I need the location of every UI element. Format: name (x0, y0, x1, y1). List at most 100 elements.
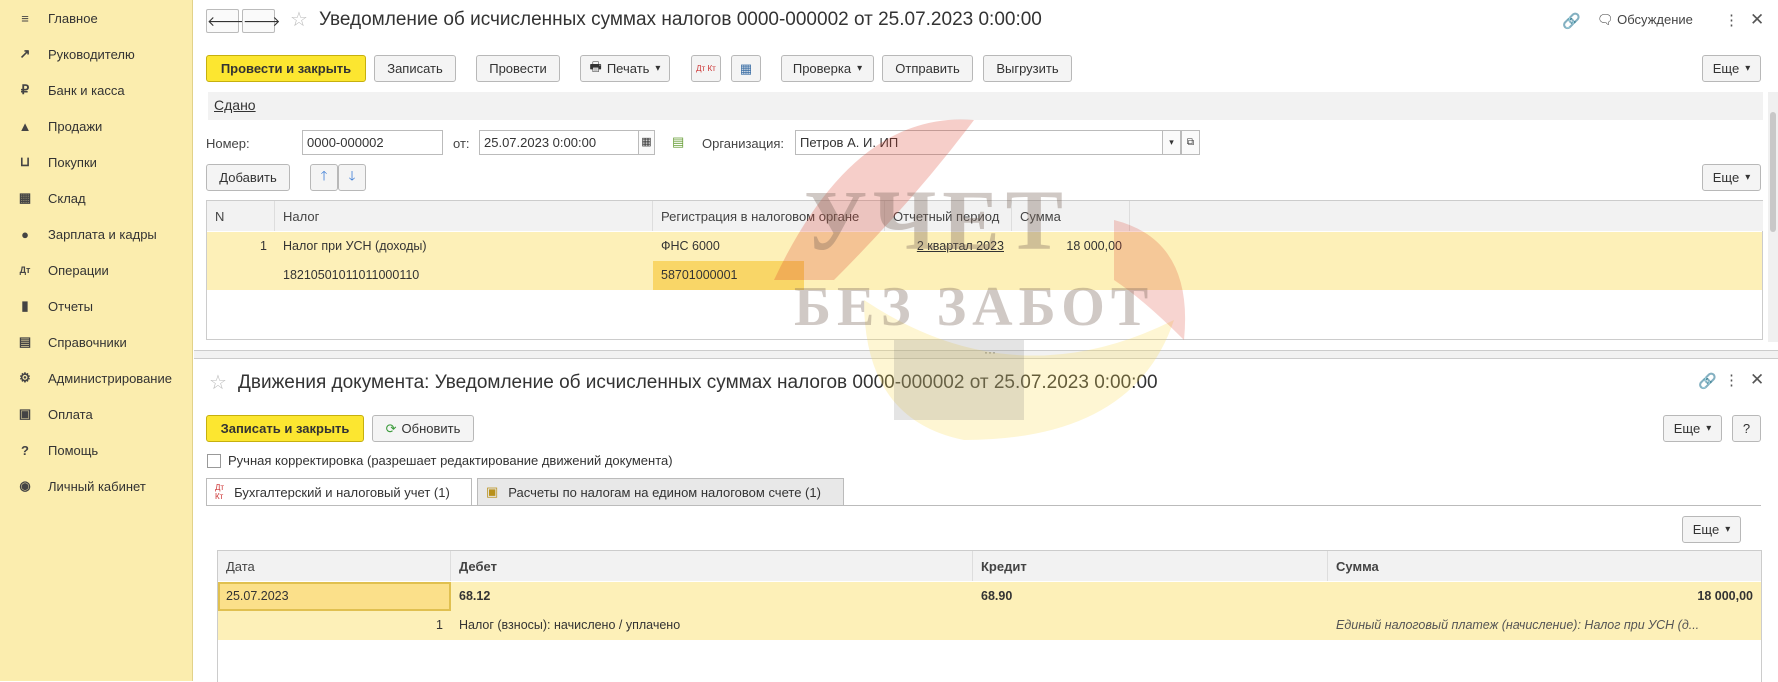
sidebar-item-label: Помощь (48, 442, 99, 458)
tab-tax-settlements[interactable]: ▣ Расчеты по налогам на едином налоговом … (477, 478, 844, 505)
number-field[interactable]: 0000-000002 (302, 130, 443, 155)
page-title: Уведомление об исчисленных суммах налого… (319, 9, 1042, 30)
account-icon: ◉ (19, 478, 31, 493)
close-icon[interactable]: ✕ (1750, 10, 1764, 30)
sidebar-item-main[interactable]: ≡ Главное (0, 0, 193, 36)
sidebar-item-sales[interactable]: ▲ Продажи (0, 108, 193, 144)
move-down-button[interactable]: 🡓 (338, 164, 366, 191)
column-header-registration[interactable]: Регистрация в налоговом органе (653, 201, 885, 231)
column-header-sum[interactable]: Сумма (1012, 201, 1130, 231)
dtkt-icon: Дт (19, 265, 31, 275)
refresh-button[interactable]: ⟳ Обновить (372, 415, 474, 442)
document-icon: ▤ (672, 134, 685, 149)
favorite-star-icon[interactable]: ☆ (209, 370, 227, 395)
post-button[interactable]: Провести (476, 55, 560, 82)
check-button[interactable]: Проверка (781, 55, 874, 82)
sidebar-item-label: Продажи (48, 118, 103, 134)
scrollbar[interactable] (1768, 92, 1778, 342)
more-label: Еще (1673, 421, 1701, 436)
manual-correction-label: Ручная корректировка (разрешает редактир… (228, 453, 673, 468)
chat-icon: 🗨 (1597, 12, 1614, 27)
back-button[interactable]: 🡐 (206, 9, 245, 33)
sidebar-item-bank[interactable]: ₽ Банк и касса (0, 72, 193, 108)
column-header-sum[interactable]: Сумма (1328, 551, 1761, 581)
sidebar-item-purchases[interactable]: ⊔ Покупки (0, 144, 193, 180)
calendar-icon[interactable]: ▦ (638, 130, 655, 155)
refresh-icon: ⟳ (385, 420, 397, 436)
dropdown-arrow-icon[interactable]: ▾ (1162, 130, 1181, 155)
taxes-table: N Налог Регистрация в налоговом органе О… (206, 200, 1763, 340)
main-area: 🡐 🡒 ☆ Уведомление об исчисленных суммах … (194, 0, 1778, 682)
status-link[interactable]: Сдано (214, 97, 256, 113)
column-header-tax[interactable]: Налог (275, 201, 653, 231)
date-field[interactable]: 25.07.2023 0:00:00 (479, 130, 639, 155)
register-icon: ▣ (486, 484, 499, 499)
sidebar-item-admin[interactable]: ⚙ Администрирование (0, 360, 193, 396)
sidebar-item-help[interactable]: ? Помощь (0, 432, 193, 468)
dtkt-button[interactable]: Дт Кт (691, 55, 721, 82)
manual-correction-checkbox[interactable] (207, 454, 221, 468)
sidebar-item-payment[interactable]: ▣ Оплата (0, 396, 193, 432)
more-vertical-icon[interactable]: ⋮ (1724, 11, 1739, 29)
link-icon[interactable]: 🔗 (1562, 12, 1581, 30)
column-header-n[interactable]: N (207, 201, 275, 231)
wallet-icon: ▣ (18, 406, 32, 421)
movements-title: Движения документа: Уведомление об исчис… (238, 372, 1158, 393)
close-icon[interactable]: ✕ (1750, 370, 1764, 390)
tab-accounting[interactable]: Дт Кт Бухгалтерский и налоговый учет (1) (206, 478, 472, 505)
add-button[interactable]: Добавить (206, 164, 290, 191)
more-button[interactable]: Еще (1663, 415, 1722, 442)
sidebar-item-label: Руководителю (48, 46, 135, 62)
more-button-2[interactable]: Еще (1702, 164, 1761, 191)
sidebar-item-warehouse[interactable]: ▦ Склад (0, 180, 193, 216)
date-label: от: (453, 136, 470, 151)
post-and-close-button[interactable]: Провести и закрыть (206, 55, 366, 82)
sidebar-item-reports[interactable]: ▮ Отчеты (0, 288, 193, 324)
structure-button[interactable]: ▦ (731, 55, 761, 82)
column-header-credit[interactable]: Кредит (973, 551, 1328, 581)
column-header-date[interactable]: Дата (218, 551, 451, 581)
refresh-label: Обновить (401, 421, 461, 436)
link-icon[interactable]: 🔗 (1698, 372, 1717, 390)
sidebar-item-manager[interactable]: ↗ Руководителю (0, 36, 193, 72)
column-header-period[interactable]: Отчетный период (885, 201, 1012, 231)
column-header-debit[interactable]: Дебет (451, 551, 973, 581)
forward-button[interactable]: 🡒 (242, 9, 281, 33)
more-label: Еще (1712, 61, 1740, 76)
print-label: Печать (606, 61, 650, 76)
send-button[interactable]: Отправить (882, 55, 973, 82)
splitter[interactable]: ··· (194, 345, 1778, 359)
sidebar-item-catalogs[interactable]: ▤ Справочники (0, 324, 193, 360)
print-button[interactable]: 🖶 Печать (580, 55, 670, 82)
sidebar-item-operations[interactable]: Дт Операции (0, 252, 193, 288)
sidebar-item-account[interactable]: ◉ Личный кабинет (0, 468, 193, 504)
column-header-empty (1130, 201, 1763, 231)
row-number: 1 (436, 618, 443, 632)
more-button-3[interactable]: Еще (1682, 516, 1741, 543)
sidebar: ≡ Главное ↗ Руководителю ₽ Банк и касса ▲ Пр… (0, 0, 193, 681)
sidebar-item-label: Главное (48, 10, 98, 26)
sidebar-item-label: Операции (48, 262, 109, 278)
help-button[interactable]: ? (1732, 415, 1761, 442)
sidebar-item-salary[interactable]: ● Зарплата и кадры (0, 216, 193, 252)
open-link-icon[interactable]: ⧉ (1181, 130, 1200, 155)
more-vertical-icon[interactable]: ⋮ (1724, 371, 1739, 389)
table-row[interactable]: 25.07.2023 1 68.12 Налог (взносы): начис… (218, 582, 1761, 640)
save-and-close-button[interactable]: Записать и закрыть (206, 415, 364, 442)
discussion-button[interactable]: 🗨 Обсуждение (1597, 12, 1693, 28)
kbk-code: 18210501011011000110 (283, 268, 420, 282)
sum-value: 18 000,00 (1066, 239, 1122, 253)
more-button[interactable]: Еще (1702, 55, 1761, 82)
export-button[interactable]: Выгрузить (983, 55, 1072, 82)
period-link[interactable]: 2 квартал 2023 (885, 239, 1012, 253)
table-row[interactable]: 1 Налог при УСН (доходы) 182105010110110… (207, 232, 1762, 290)
structure-icon: ▦ (739, 60, 753, 76)
dtkt-icon: Дт Кт (215, 483, 225, 501)
move-up-button[interactable]: 🡑 (310, 164, 338, 191)
menu-icon: ≡ (21, 10, 29, 26)
save-button[interactable]: Записать (374, 55, 456, 82)
organization-field[interactable]: Петров А. И. ИП (795, 130, 1163, 155)
sidebar-item-label: Отчеты (48, 298, 93, 314)
favorite-star-icon[interactable]: ☆ (290, 7, 308, 32)
printer-icon: 🖶 (589, 58, 602, 74)
